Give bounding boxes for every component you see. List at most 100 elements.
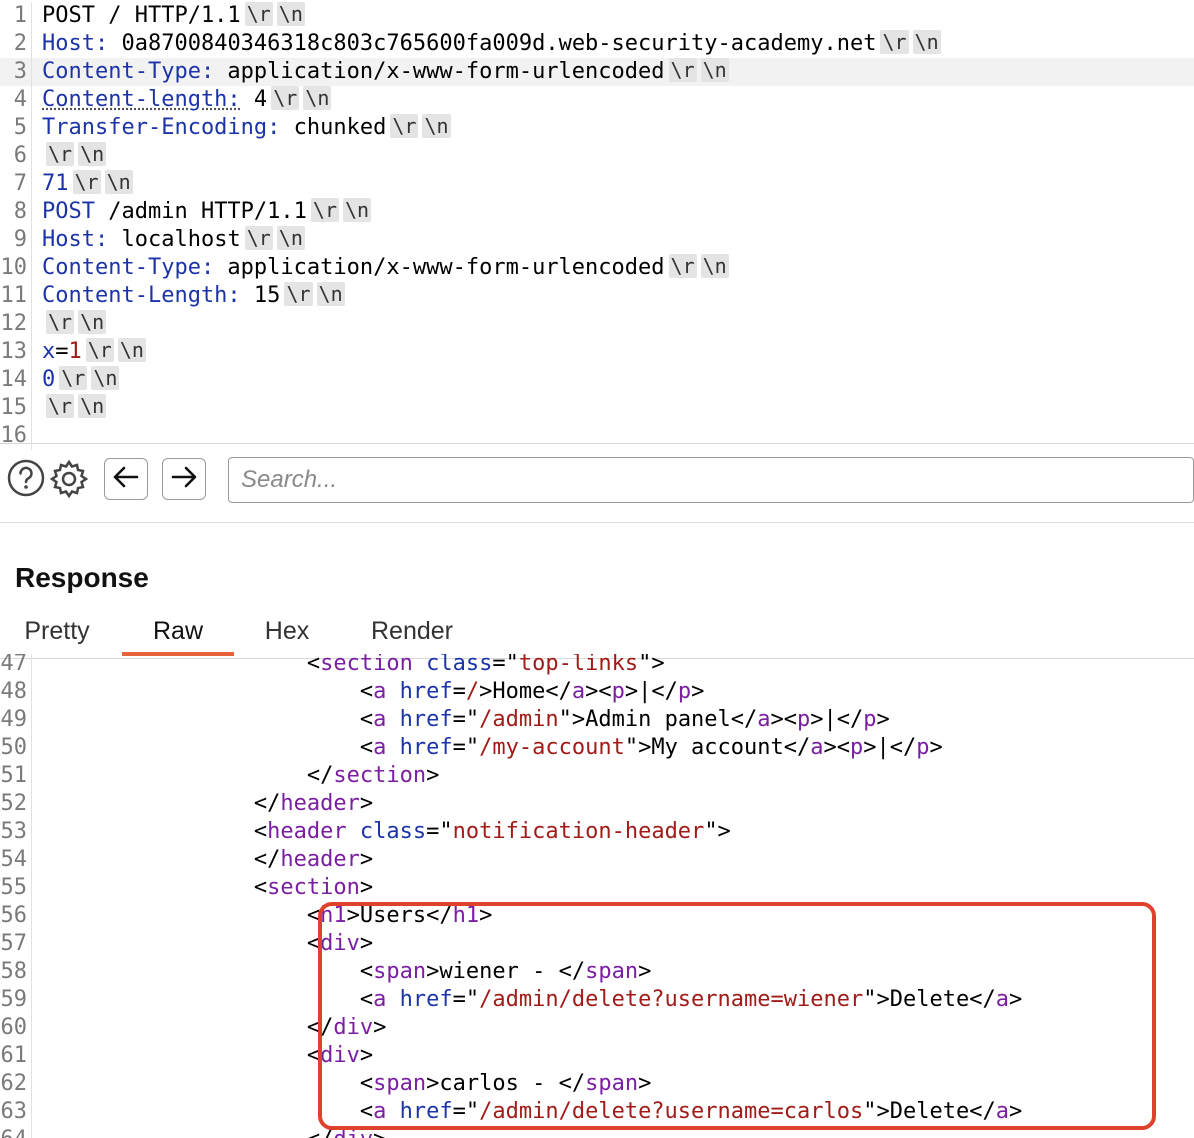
line-number: 9 <box>0 226 32 254</box>
code-token: < <box>42 931 321 956</box>
carriage-return-marker: \r <box>46 394 75 418</box>
code-token: 4 <box>240 87 268 112</box>
pane-divider <box>0 443 1194 444</box>
code-token: < <box>42 707 374 732</box>
search-input[interactable] <box>228 457 1194 503</box>
carriage-return-marker: \r <box>244 2 273 26</box>
code-token: < <box>42 819 268 844</box>
newline-marker: \n <box>104 170 133 194</box>
code-line: 1 POST / HTTP/1.1 \r \n <box>0 2 1194 30</box>
line-number: 54 <box>0 846 32 874</box>
code-token: notification-header <box>452 819 705 844</box>
code-token: Content-Type: <box>42 255 215 280</box>
line-number: 60 <box>0 1014 32 1042</box>
newline-marker: \n <box>78 310 107 334</box>
request-toolbar <box>0 446 1194 516</box>
code-line: 47 <section class="top-links"> <box>0 654 1194 678</box>
code-token: section <box>267 875 360 900</box>
code-token: /admin HTTP/1.1 <box>94 199 307 224</box>
newline-marker: \n <box>343 198 372 222</box>
code-token: application/x-www-form-urlencoded <box>214 255 665 280</box>
code-line: 13 x=1 \r \n <box>0 338 1194 366</box>
code-line: 52 </header> <box>0 790 1194 818</box>
code-token: < <box>42 875 268 900</box>
gear-icon[interactable] <box>48 458 89 499</box>
carriage-return-marker: \r <box>880 30 909 54</box>
newline-marker: \n <box>91 366 120 390</box>
code-token: Transfer-Encoding: <box>42 115 281 140</box>
forward-button[interactable] <box>162 458 206 500</box>
code-token: > <box>876 707 890 732</box>
code-token: ">Admin panel</ <box>558 707 758 732</box>
code-line: 7 71 \r \n <box>0 170 1194 198</box>
code-token: =" <box>452 707 480 732</box>
code-token: Content-length: <box>42 87 241 112</box>
code-token: p <box>677 679 692 704</box>
code-token: < <box>42 903 321 928</box>
code-line: 6 \r \n <box>0 142 1194 170</box>
code-line: 10 Content-Type: application/x-www-form-u… <box>0 254 1194 282</box>
code-token: href <box>386 707 453 732</box>
code-token: </ <box>42 1015 334 1040</box>
code-token: class <box>346 819 427 844</box>
code-token: localhost <box>108 227 241 252</box>
help-icon[interactable] <box>6 458 46 498</box>
line-number: 57 <box>0 930 32 958</box>
tab-hex[interactable]: Hex <box>246 612 328 652</box>
code-token: a <box>373 679 387 704</box>
code-token: section <box>333 763 427 788</box>
newline-marker: \n <box>117 338 146 362</box>
code-token: x <box>42 339 56 364</box>
code-token: 1 <box>68 339 82 364</box>
code-token: </ <box>42 791 281 816</box>
code-token: =" <box>492 654 519 676</box>
newline-marker: \n <box>316 282 345 306</box>
tab-render[interactable]: Render <box>356 612 468 652</box>
back-button[interactable] <box>104 458 148 500</box>
code-token: =" <box>452 735 480 760</box>
newline-marker: \n <box>276 226 305 250</box>
newline-marker: \n <box>78 394 107 418</box>
line-number: 15 <box>0 394 32 422</box>
code-line: 55 <section> <box>0 874 1194 902</box>
code-token: > <box>691 679 705 704</box>
code-token: > <box>929 735 943 760</box>
code-token: </ <box>42 1127 334 1138</box>
line-number: 61 <box>0 1042 32 1070</box>
tab-pretty[interactable]: Pretty <box>12 612 102 652</box>
code-token: chunked <box>280 115 387 140</box>
tab-raw[interactable]: Raw <box>122 612 234 656</box>
code-token: < <box>42 735 374 760</box>
line-number: 8 <box>0 198 32 226</box>
carriage-return-marker: \r <box>46 142 75 166</box>
line-number: 59 <box>0 986 32 1014</box>
code-token: p <box>863 707 877 732</box>
newline-marker: \n <box>700 254 729 278</box>
code-line: 15 \r \n <box>0 394 1194 422</box>
code-token: =" <box>426 819 453 844</box>
line-number: 12 <box>0 310 32 338</box>
code-token: p <box>850 735 864 760</box>
annotation-highlight-box <box>318 902 1156 1130</box>
carriage-return-marker: \r <box>72 170 101 194</box>
code-line: 4 Content-length: 4 \r \n <box>0 86 1194 114</box>
line-number: 49 <box>0 706 32 734</box>
code-token: 0a8700840346318c803c765600fa009d.web-sec… <box>108 31 877 56</box>
newline-marker: \n <box>912 30 941 54</box>
code-token: </ <box>42 763 334 788</box>
code-token: 0 <box>42 367 56 392</box>
code-token: a <box>373 735 387 760</box>
carriage-return-marker: \r <box>59 366 88 390</box>
code-token: = <box>452 679 466 704</box>
code-token: a <box>373 707 387 732</box>
line-number: 47 <box>0 654 32 678</box>
line-number: 58 <box>0 958 32 986</box>
code-token: Content-Type: <box>42 59 215 84</box>
carriage-return-marker: \r <box>668 254 697 278</box>
code-token: >< <box>823 735 851 760</box>
carriage-return-marker: \r <box>244 226 273 250</box>
line-number: 14 <box>0 366 32 394</box>
line-number: 63 <box>0 1098 32 1126</box>
code-token: header <box>267 819 347 844</box>
newline-marker: \n <box>276 2 305 26</box>
